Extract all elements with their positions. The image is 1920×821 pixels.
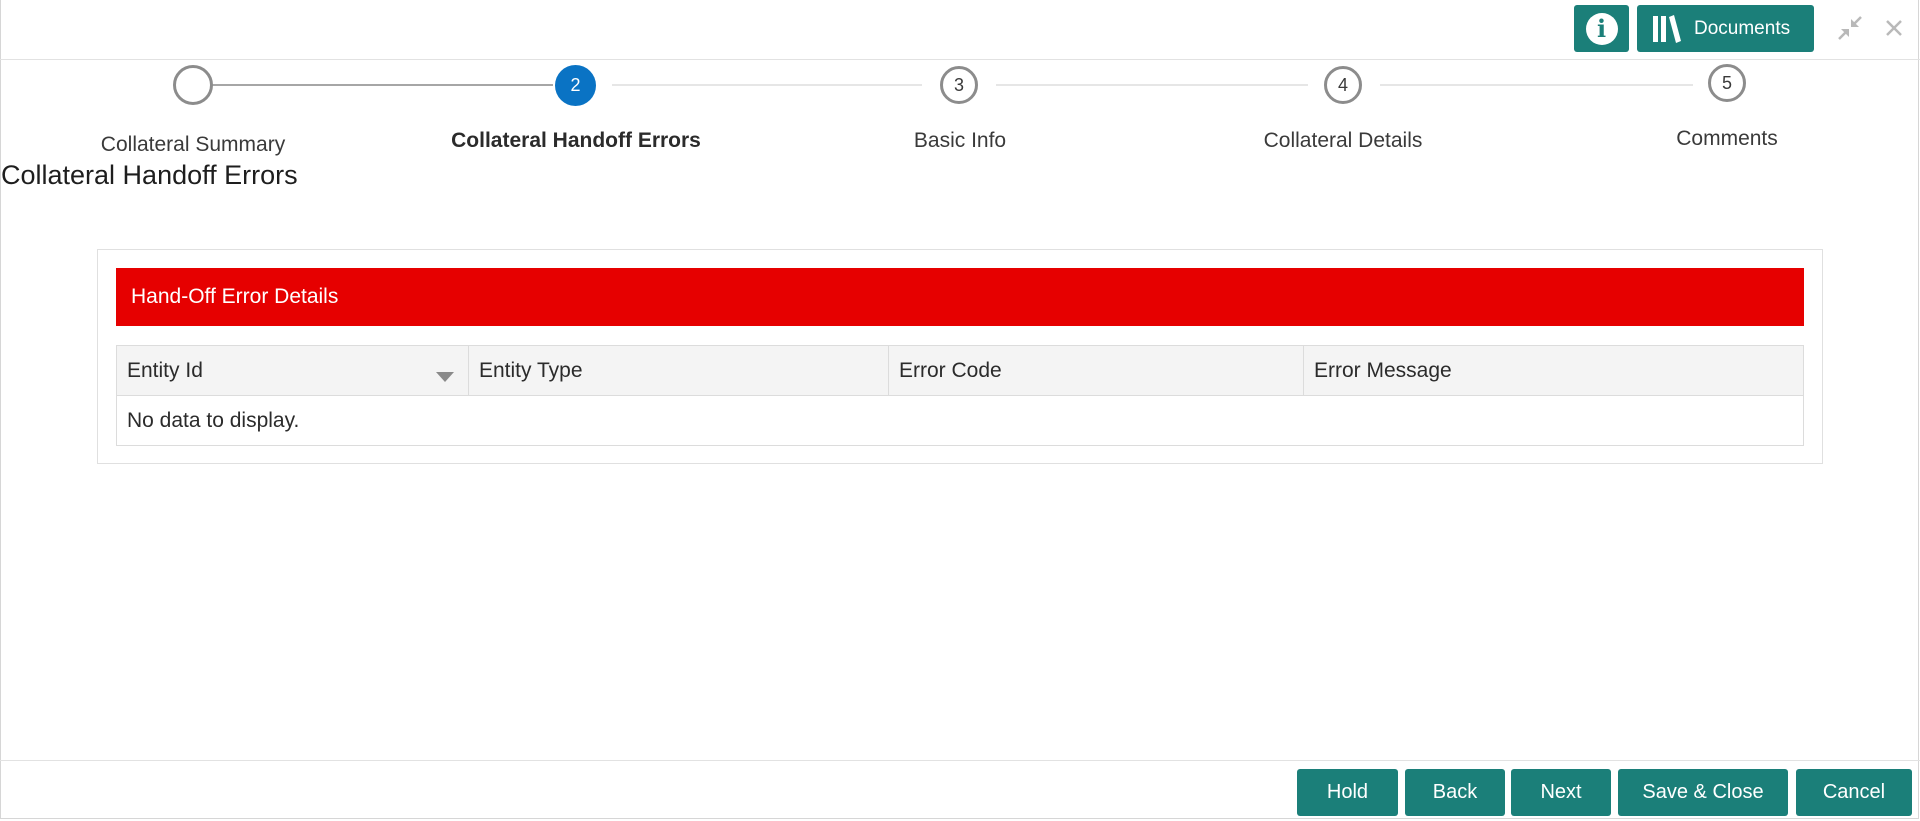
stepper-connector (612, 84, 922, 86)
caret-down-icon[interactable] (436, 364, 454, 388)
step-2-label[interactable]: Collateral Handoff Errors (451, 129, 701, 153)
stepper-connector (1380, 84, 1693, 86)
info-button[interactable]: i (1574, 5, 1629, 52)
step-5-label[interactable]: Comments (1676, 127, 1778, 151)
close-icon[interactable] (1880, 14, 1908, 42)
panel-header: Hand-Off Error Details (116, 268, 1804, 326)
handoff-errors-table: Entity Id Entity Type Error Code Error M… (116, 345, 1804, 446)
step-4-circle[interactable]: 4 (1324, 66, 1362, 104)
column-header-entity-id[interactable]: Entity Id (117, 346, 469, 395)
stepper-connector (212, 84, 553, 86)
step-2-circle[interactable]: 2 (555, 65, 596, 106)
column-header-entity-type[interactable]: Entity Type (469, 346, 889, 395)
documents-label: Documents (1694, 17, 1791, 39)
panel-header-title: Hand-Off Error Details (131, 285, 339, 308)
empty-message: No data to display. (127, 408, 300, 432)
documents-button[interactable]: Documents (1637, 5, 1814, 52)
hold-button[interactable]: Hold (1297, 769, 1398, 816)
back-button[interactable]: Back (1405, 769, 1505, 816)
page-title: Collateral Handoff Errors (1, 160, 298, 190)
column-header-error-message[interactable]: Error Message (1304, 346, 1803, 395)
step-4-label[interactable]: Collateral Details (1264, 129, 1423, 153)
step-3-label[interactable]: Basic Info (914, 129, 1006, 153)
step-1-circle[interactable] (173, 65, 213, 105)
stepper-connector (996, 84, 1308, 86)
cancel-button[interactable]: Cancel (1796, 769, 1912, 816)
next-button[interactable]: Next (1511, 769, 1611, 816)
top-bar: i Documents (0, 0, 1920, 60)
step-3-circle[interactable]: 3 (940, 66, 978, 104)
column-header-error-code[interactable]: Error Code (889, 346, 1304, 395)
library-icon (1652, 14, 1682, 43)
table-header-row: Entity Id Entity Type Error Code Error M… (117, 346, 1803, 396)
shrink-icon[interactable] (1836, 14, 1864, 42)
step-5-circle[interactable]: 5 (1708, 64, 1746, 102)
info-icon: i (1585, 12, 1618, 45)
save-close-button[interactable]: Save & Close (1618, 769, 1788, 816)
step-1-label[interactable]: Collateral Summary (101, 133, 285, 157)
